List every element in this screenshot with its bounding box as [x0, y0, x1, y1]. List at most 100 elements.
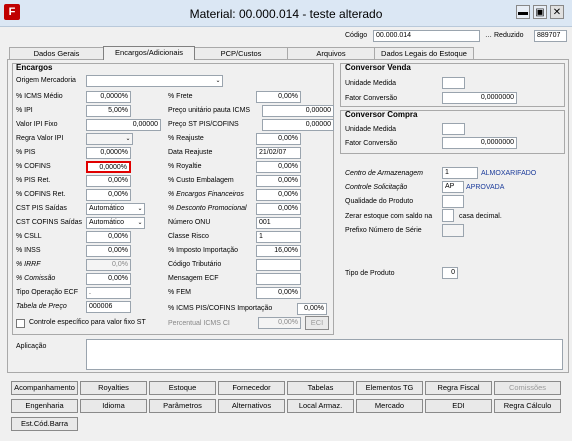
compra-fator-field[interactable]: 0,0000000 [442, 137, 517, 149]
royaltie-field[interactable]: 0,00% [256, 161, 301, 173]
icms-pis-import-label: % ICMS PIS/COFINS Importação [168, 305, 273, 312]
local-armaz-button[interactable]: Local Armaz. [287, 399, 354, 413]
frete-field[interactable]: 0,00% [256, 91, 301, 103]
comissoes-button[interactable]: Comissões [494, 381, 561, 395]
cofins-field[interactable]: 0,0000% [86, 161, 131, 173]
close-button[interactable]: ✕ [550, 5, 564, 19]
chevron-down-icon: ⌄ [137, 220, 143, 226]
desconto-promocional-field[interactable]: 0,00% [256, 203, 301, 215]
minimize-button[interactable]: ▬ [516, 5, 530, 19]
qualidade-label: Qualidade do Produto [345, 198, 414, 205]
preco-unitario-pauta-icms-label: Preço unitário pauta ICMS [168, 107, 251, 114]
eci-button[interactable]: ECI [305, 316, 329, 330]
tab-encargos-adicionais[interactable]: Encargos/Adicionais [103, 46, 195, 60]
cofins-label: % COFINS [16, 163, 51, 170]
venda-unidade-label: Unidade Medida [345, 80, 396, 87]
numero-onu-field[interactable]: 001 [256, 217, 301, 229]
ellipsis-dash: … [485, 32, 492, 39]
reajuste-label: % Reajuste [168, 135, 204, 142]
mensagem-ecf-label: Mensagem ECF [168, 275, 219, 282]
tipo-produto-field[interactable]: 0 [442, 267, 458, 279]
tabela-de-preco-field[interactable]: 000006 [86, 301, 131, 313]
origem-select[interactable] [86, 75, 223, 87]
numero-onu-label: Número ONU [168, 219, 211, 226]
inss-field[interactable]: 0,00% [86, 245, 131, 257]
icms-medio-label: % ICMS Médio [16, 93, 63, 100]
pis-field[interactable]: 0,0000% [86, 147, 131, 159]
custo-embalagem-field[interactable]: 0,00% [256, 175, 301, 187]
controle-checkbox[interactable] [16, 319, 25, 328]
irrf-field[interactable]: 0,0% [86, 259, 131, 271]
pis-ret-field[interactable]: 0,00% [86, 175, 131, 187]
mercado-button[interactable]: Mercado [356, 399, 423, 413]
reajuste-field[interactable]: 0,00% [256, 133, 301, 145]
codigo-tributario-field[interactable] [256, 259, 301, 271]
fem-field[interactable]: 0,00% [256, 287, 301, 299]
preco-st-pis-cofins-label: Preço ST PIS/COFINS [168, 121, 239, 128]
edi-button[interactable]: EDI [425, 399, 492, 413]
parametros-button[interactable]: Parâmetros [149, 399, 216, 413]
frete-label: % Frete [168, 93, 193, 100]
icms-medio-field[interactable]: 0,0000% [86, 91, 131, 103]
tipo-operacao-ecf-field[interactable]: . [86, 287, 131, 299]
icms-pis-import-field[interactable]: 0,00% [297, 303, 327, 315]
fornecedor-button[interactable]: Fornecedor [218, 381, 285, 395]
ipi-label: % IPI [16, 107, 33, 114]
controle-solic-desc: APROVADA [466, 184, 505, 191]
controle-solic-field[interactable]: AP [442, 181, 464, 193]
encargos-financeiros-field[interactable]: 0,00% [256, 189, 301, 201]
controle-label: Controle específico para valor fixo ST [29, 319, 146, 326]
preco-st-pis-cofins-field[interactable]: 0,00000 [262, 119, 334, 131]
compra-unidade-field[interactable] [442, 123, 465, 135]
zerar-field[interactable] [442, 209, 454, 222]
maximize-button[interactable]: ▣ [533, 5, 547, 19]
royalties-button[interactable]: Royalties [80, 381, 147, 395]
preco-unitario-pauta-icms-field[interactable]: 0,00000 [262, 105, 334, 117]
ipi-field[interactable]: 5,00% [86, 105, 131, 117]
codigo-field[interactable]: 00.000.014 [373, 30, 480, 42]
inss-label: % INSS [16, 247, 41, 254]
idioma-button[interactable]: Idioma [80, 399, 147, 413]
qualidade-field[interactable] [442, 195, 464, 208]
aplicacao-label: Aplicação [16, 343, 47, 350]
zerar-suffix: casa decimal. [459, 213, 502, 220]
csll-field[interactable]: 0,00% [86, 231, 131, 243]
classe-risco-label: Classe Risco [168, 233, 209, 240]
imposto-importacao-field[interactable]: 16,00% [256, 245, 301, 257]
aplicacao-textarea[interactable] [86, 339, 563, 370]
elementos-tg-button[interactable]: Elementos TG [356, 381, 423, 395]
centro-field[interactable]: 1 [442, 167, 478, 179]
est-cod-barra-button[interactable]: Est.Cód.Barra [11, 417, 78, 431]
valor-ipi-fixo-field[interactable]: 0,00000 [86, 119, 161, 131]
conversor-venda-title: Conversor Venda [345, 63, 411, 72]
fem-label: % FEM [168, 289, 191, 296]
valor-ipi-fixo-label: Valor IPI Fixo [16, 121, 58, 128]
prefixo-field[interactable] [442, 224, 464, 237]
data-reajuste-field[interactable]: 21/02/07 [256, 147, 301, 159]
conversor-compra-title: Conversor Compra [345, 110, 418, 119]
venda-unidade-field[interactable] [442, 77, 465, 89]
desconto-promocional-label: % Desconto Promocional [168, 205, 247, 212]
irrf-label: % IRRF [16, 261, 41, 268]
alternativos-button[interactable]: Alternativos [218, 399, 285, 413]
comissao-field[interactable]: 0,00% [86, 273, 131, 285]
reduzido-label: Reduzido [494, 32, 524, 39]
perc-icms-ci-field: 0,00% [258, 317, 301, 329]
acompanhamento-button[interactable]: Acompanhamento [11, 381, 78, 395]
compra-fator-label: Fator Conversão [345, 140, 398, 147]
classe-risco-field[interactable]: 1 [256, 231, 301, 243]
regra-calculo-button[interactable]: Regra Cálculo [494, 399, 561, 413]
pis-label: % PIS [16, 149, 36, 156]
centro-desc: ALMOXARIFADO [481, 170, 537, 177]
estoque-button[interactable]: Estoque [149, 381, 216, 395]
chevron-down-icon: ⌄ [137, 206, 143, 212]
tipo-produto-label: Tipo de Produto [345, 270, 395, 277]
mensagem-ecf-field[interactable] [256, 273, 301, 285]
engenharia-button[interactable]: Engenharia [11, 399, 78, 413]
tabela-de-preco-label: Tabela de Preço [16, 303, 67, 310]
venda-fator-field[interactable]: 0,0000000 [442, 92, 517, 104]
tabelas-button[interactable]: Tabelas [287, 381, 354, 395]
reduzido-field[interactable]: 889707 [534, 30, 567, 42]
regra-fiscal-button[interactable]: Regra Fiscal [425, 381, 492, 395]
cofins-ret-field[interactable]: 0,00% [86, 189, 131, 201]
